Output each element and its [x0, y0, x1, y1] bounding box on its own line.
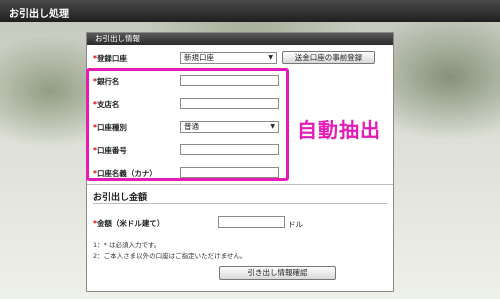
registered-account-select[interactable]: 新規口座 ▼: [180, 52, 277, 64]
auto-extract-label: 自動抽出: [297, 118, 381, 142]
note-required: 1：* は必須入力です。: [93, 241, 161, 249]
registered-account-label: *登録口座: [93, 54, 127, 63]
amount-input[interactable]: [218, 216, 285, 228]
divider: [87, 184, 393, 185]
auto-extract-highlight: [86, 68, 289, 181]
pre-register-account-button[interactable]: 送金口座の事前登録: [282, 51, 375, 64]
chevron-down-icon: ▼: [268, 54, 273, 61]
titlebar: お引出し処理: [0, 0, 500, 23]
section-header-label: お引出し情報: [95, 34, 140, 43]
divider: [93, 203, 387, 204]
amount-unit: ドル: [288, 220, 303, 229]
section-header-withdrawal-info: お引出し情報: [87, 33, 393, 45]
page-title: お引出し処理: [9, 9, 69, 20]
confirm-withdrawal-button[interactable]: 引き出し情報確認: [219, 266, 336, 280]
note-own-account: 2：ご本人さま以外の口座はご指定いただけません。: [93, 252, 247, 260]
withdrawal-amount-heading: お引出し金額: [93, 193, 148, 203]
amount-label: *金額（米ドル建て）: [93, 219, 165, 228]
